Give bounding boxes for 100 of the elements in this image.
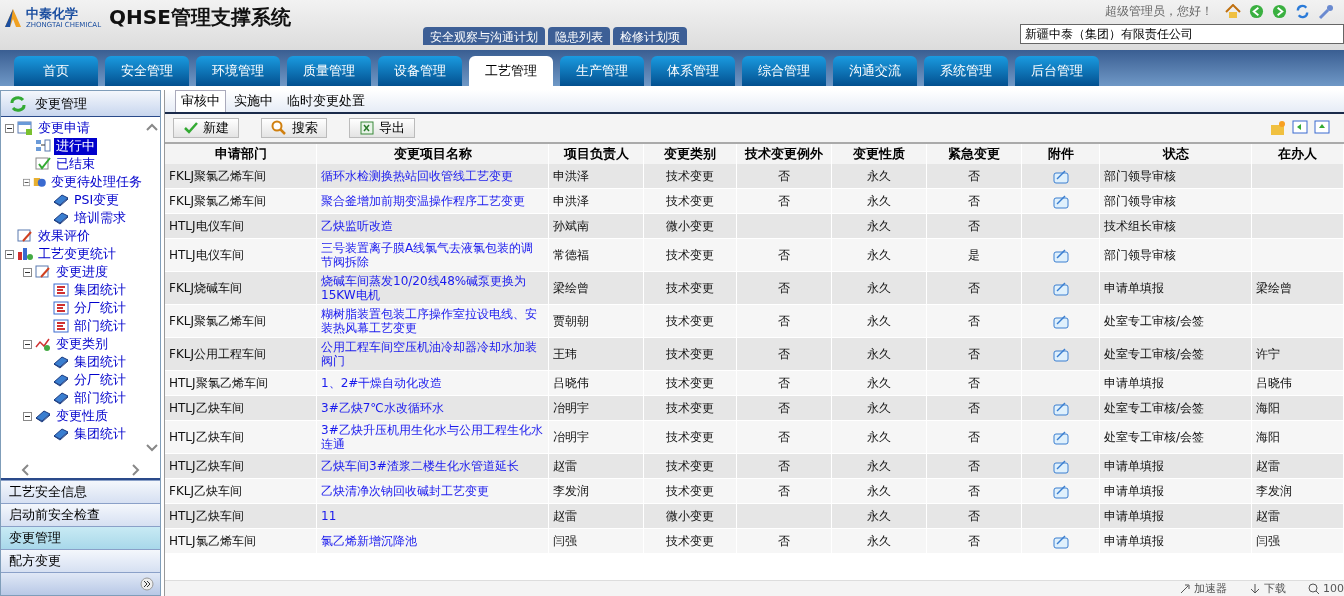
project-link[interactable]: 3#乙炔升压机用生化水与公用工程生化水连通 [321, 423, 544, 451]
nav-tab[interactable]: 沟通交流 [833, 56, 917, 86]
tree-item[interactable]: 集团统计 [72, 353, 128, 371]
tree-item[interactable]: 培训需求 [72, 209, 128, 227]
project-link[interactable]: 乙炔车间3#渣浆二楼生化水管道延长 [321, 459, 519, 473]
scroll-left-icon[interactable] [21, 464, 29, 476]
section-item[interactable]: 工艺安全信息 [1, 480, 160, 503]
back-icon[interactable] [1249, 4, 1264, 19]
sub-tab[interactable]: 安全观察与沟通计划 [423, 27, 545, 45]
attachment-icon[interactable] [1052, 313, 1069, 329]
section-item[interactable]: 启动前安全检查 [1, 503, 160, 526]
nav-tab[interactable]: 综合管理 [742, 56, 826, 86]
collapse-icon[interactable] [23, 339, 32, 349]
collapse-icon[interactable] [5, 123, 14, 133]
scroll-up-icon[interactable] [146, 123, 158, 131]
attachment-icon[interactable] [1052, 533, 1069, 549]
tree-item[interactable]: 部门统计 [72, 317, 128, 335]
nav-tab[interactable]: 环境管理 [196, 56, 280, 86]
column-header[interactable]: 技术变更例外 [737, 144, 832, 164]
project-link[interactable]: 三号装置离子膜A线氯气去液氯包装的调节阀拆除 [321, 241, 544, 269]
project-link[interactable]: 糊树脂装置包装工序操作室拉设电线、安装热风幕工艺变更 [321, 307, 544, 335]
tree-item[interactable]: 分厂统计 [72, 371, 128, 389]
project-link[interactable]: 乙炔清净次钠回收碱封工艺变更 [321, 484, 489, 498]
tree-item[interactable]: 集团统计 [72, 281, 128, 299]
column-header[interactable]: 在办人 [1252, 144, 1344, 164]
tree-item[interactable]: 工艺变更统计 [36, 245, 118, 263]
project-link[interactable]: 循环水检测换热站回收管线工艺变更 [321, 169, 513, 183]
section-item[interactable]: 变更管理 [1, 526, 160, 549]
forward-icon[interactable] [1272, 4, 1287, 19]
nav-tab[interactable]: 体系管理 [651, 56, 735, 86]
toolbar-button[interactable]: 搜索 [261, 118, 327, 138]
project-link[interactable]: 公用工程车间空压机油冷却器冷却水加装阀门 [321, 340, 544, 368]
tree-item[interactable]: 变更待处理任务 [49, 173, 144, 191]
home-icon[interactable] [1225, 4, 1241, 19]
project-link[interactable]: 烧碱车间蒸发10/20线48%碱泵更换为15KW电机 [321, 274, 544, 302]
expand-icon[interactable] [140, 577, 154, 591]
attachment-icon[interactable] [1052, 458, 1069, 474]
nav-tab[interactable]: 系统管理 [924, 56, 1008, 86]
sub-tab[interactable]: 隐患列表 [548, 27, 610, 45]
attachment-icon[interactable] [1052, 483, 1069, 499]
attachment-icon[interactable] [1052, 429, 1069, 445]
project-link[interactable]: 聚合釜增加前期变温操作程序工艺变更 [321, 194, 525, 208]
content-tab[interactable]: 临时变更处置 [281, 90, 371, 112]
tree-item[interactable]: 效果评价 [36, 227, 92, 245]
company-field[interactable]: 新疆中泰（集团）有限责任公司 [1020, 24, 1344, 44]
nav-tab[interactable]: 质量管理 [287, 56, 371, 86]
project-link[interactable]: 氯乙烯新增沉降池 [321, 534, 417, 548]
nav-tab[interactable]: 首页 [14, 56, 98, 86]
nav-tab[interactable]: 设备管理 [378, 56, 462, 86]
column-header[interactable]: 变更类别 [644, 144, 737, 164]
folder-icon[interactable] [1270, 120, 1286, 136]
collapse-icon[interactable] [5, 249, 14, 259]
tree-item[interactable]: 变更进度 [54, 263, 110, 281]
collapse-icon[interactable] [23, 411, 32, 421]
toolbar-button[interactable]: 新建 [173, 118, 239, 138]
column-header[interactable]: 附件 [1022, 144, 1100, 164]
expand-panel-icon[interactable] [1314, 120, 1330, 134]
tree-item[interactable]: 变更性质 [54, 407, 110, 425]
nav-tab[interactable]: 安全管理 [105, 56, 189, 86]
tree-item[interactable]: 部门统计 [72, 389, 128, 407]
collapse-icon[interactable] [23, 267, 32, 277]
nav-tab[interactable]: 工艺管理 [469, 56, 553, 86]
project-link[interactable]: 11 [321, 509, 337, 523]
collapse-icon[interactable] [23, 177, 31, 187]
tree-item[interactable]: 已结束 [54, 155, 97, 173]
attachment-icon[interactable] [1052, 280, 1069, 296]
attachment-icon[interactable] [1052, 400, 1069, 416]
zoom-icon[interactable] [1308, 582, 1320, 595]
column-header[interactable]: 项目负责人 [549, 144, 644, 164]
project-link[interactable]: 乙炔监听改造 [321, 219, 393, 233]
nav-tab[interactable]: 后台管理 [1015, 56, 1099, 86]
section-item[interactable]: 配方变更 [1, 549, 160, 572]
wrench-icon[interactable] [1318, 3, 1334, 20]
download-icon[interactable] [1249, 582, 1261, 595]
content-tab[interactable]: 审核中 [175, 90, 226, 112]
column-header[interactable]: 状态 [1100, 144, 1252, 164]
column-header[interactable]: 变更项目名称 [317, 144, 549, 164]
tree-item[interactable]: 分厂统计 [72, 299, 128, 317]
attachment-icon[interactable] [1052, 193, 1069, 209]
tree-item[interactable]: 变更类别 [54, 335, 110, 353]
project-link[interactable]: 1、2#干燥自动化改造 [321, 376, 443, 390]
tree-item[interactable]: 进行中 [54, 137, 97, 155]
column-header[interactable]: 紧急变更 [927, 144, 1022, 164]
project-link[interactable]: 3#乙炔7℃水改循环水 [321, 401, 444, 415]
column-header[interactable]: 申请部门 [165, 144, 317, 164]
tree-item[interactable]: PSI变更 [72, 191, 122, 209]
scroll-down-icon[interactable] [146, 444, 158, 452]
column-header[interactable]: 变更性质 [832, 144, 927, 164]
attachment-icon[interactable] [1052, 168, 1069, 184]
refresh-icon[interactable] [1295, 4, 1310, 19]
tree-item[interactable]: 集团统计 [72, 425, 128, 443]
scroll-right-icon[interactable] [132, 464, 140, 476]
toolbar-button[interactable]: 导出 [349, 118, 415, 138]
attachment-icon[interactable] [1052, 247, 1069, 263]
collapse-panel-icon[interactable] [1292, 120, 1308, 134]
content-tab[interactable]: 实施中 [228, 90, 279, 112]
sub-tab[interactable]: 检修计划项 [613, 27, 687, 45]
attachment-icon[interactable] [1052, 346, 1069, 362]
tree-item[interactable]: 变更申请 [36, 119, 92, 137]
nav-tab[interactable]: 生产管理 [560, 56, 644, 86]
